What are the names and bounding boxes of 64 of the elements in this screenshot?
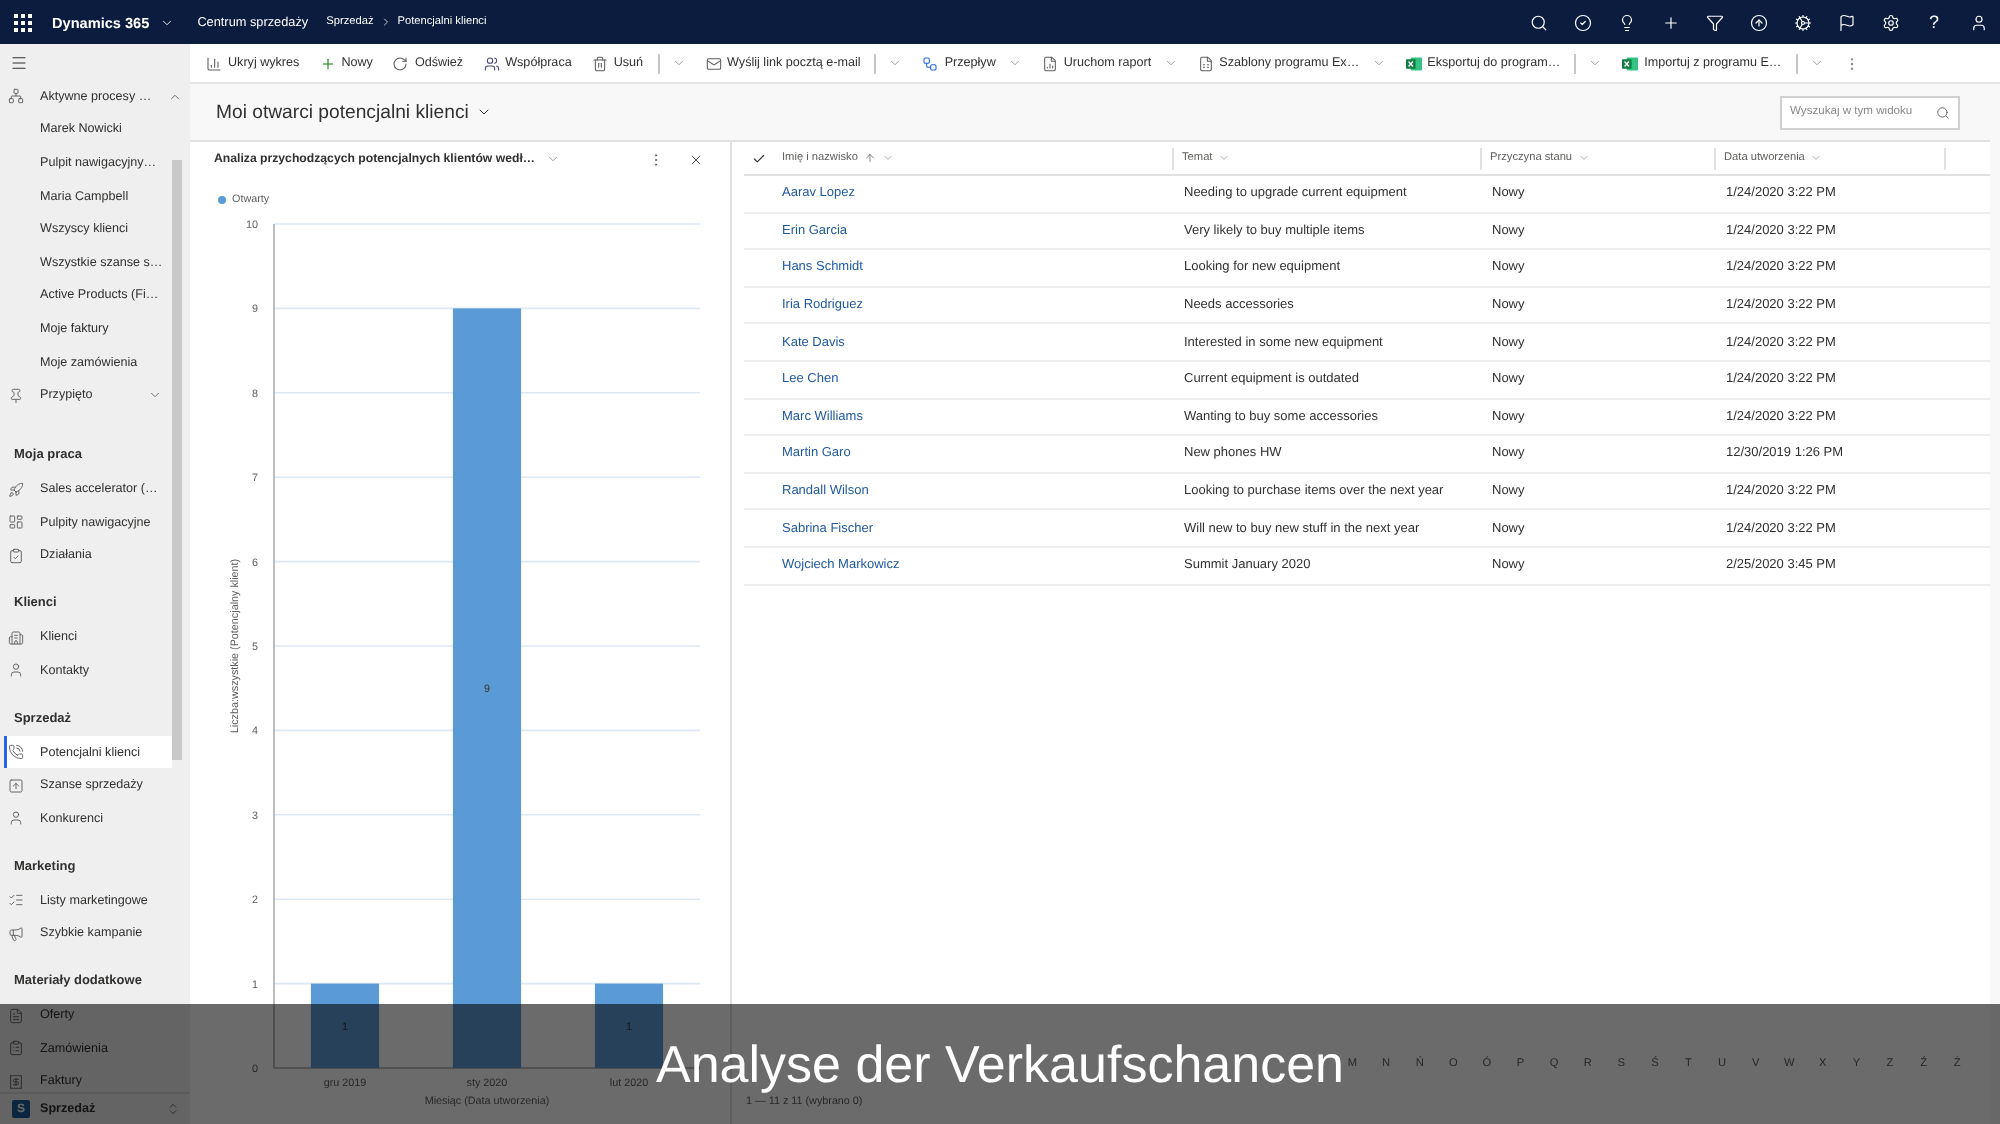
megaphone-icon	[8, 925, 24, 942]
chevron-down-icon	[1371, 56, 1386, 70]
chevron-down-icon	[1163, 56, 1178, 70]
checklist-icon	[8, 892, 24, 909]
check-icon	[752, 151, 766, 165]
plus-icon	[1661, 13, 1679, 31]
chevron-down-icon	[671, 56, 686, 70]
help-button[interactable]: ?	[1912, 0, 1956, 44]
menu-icon	[10, 53, 28, 71]
users-icon	[483, 55, 500, 71]
filter-icon	[1705, 13, 1723, 31]
network-icon	[8, 88, 24, 105]
chevron-down-icon	[148, 388, 162, 403]
building-icon	[8, 629, 24, 646]
chevron-down-icon	[1809, 56, 1824, 70]
chevron-up-down-icon	[166, 1102, 180, 1116]
scrollbar-thumb[interactable]	[172, 160, 182, 760]
view-selector[interactable]: Moi otwarci potencjalni klienci	[210, 101, 499, 123]
chevron-down-icon	[1578, 152, 1591, 164]
refresh-icon	[392, 55, 409, 71]
waffle-icon	[13, 13, 31, 31]
clipboard-list-icon	[8, 1040, 24, 1057]
user-icon	[8, 662, 24, 679]
chevron-down-icon	[545, 152, 560, 166]
settings-icon	[1881, 13, 1899, 31]
bar-chart-icon	[206, 55, 222, 71]
chevron-down-icon	[1007, 56, 1022, 70]
spreadsheet-icon	[1197, 55, 1214, 71]
chevron-down-icon	[1588, 56, 1603, 70]
chart-bar	[310, 983, 380, 1068]
user-icon	[8, 810, 24, 827]
plus-icon	[319, 55, 336, 71]
trash-icon	[591, 55, 608, 71]
chart-document-icon	[1041, 55, 1058, 71]
close-icon	[688, 151, 704, 167]
chevron-right-icon	[379, 16, 392, 28]
dashboard-icon	[8, 514, 24, 531]
clipboard-check-icon	[8, 547, 24, 564]
phone-call-icon	[8, 744, 24, 761]
chevron-down-icon	[476, 104, 493, 120]
spreadsheet-tile-icon	[1405, 55, 1422, 71]
chevron-up-icon	[167, 89, 182, 104]
cog-icon	[1793, 13, 1811, 31]
caption-text: Analyse der Verkaufschancen	[656, 1038, 1344, 1090]
chevron-down-icon	[888, 56, 903, 70]
spreadsheet-tile-icon	[1622, 55, 1639, 71]
chevron-down-icon	[1810, 152, 1823, 164]
search-icon	[1529, 13, 1547, 31]
search-icon	[1936, 105, 1950, 119]
rocket-icon	[8, 481, 24, 498]
workflow-icon	[922, 55, 939, 71]
lightbulb-icon	[1617, 13, 1635, 31]
chevron-down-icon	[881, 152, 894, 164]
pin-icon	[8, 387, 24, 404]
user-icon	[1969, 13, 1987, 31]
mail-icon	[705, 55, 722, 71]
receipt-icon	[8, 1073, 24, 1090]
circle-check-icon	[1573, 13, 1591, 31]
select-all-button[interactable]	[750, 149, 768, 167]
sort-arrow-icon	[863, 152, 876, 164]
flag-icon	[1837, 13, 1855, 31]
chevron-down-icon	[1218, 152, 1231, 164]
document-icon	[8, 1007, 24, 1024]
chevron-down-icon	[159, 15, 174, 29]
